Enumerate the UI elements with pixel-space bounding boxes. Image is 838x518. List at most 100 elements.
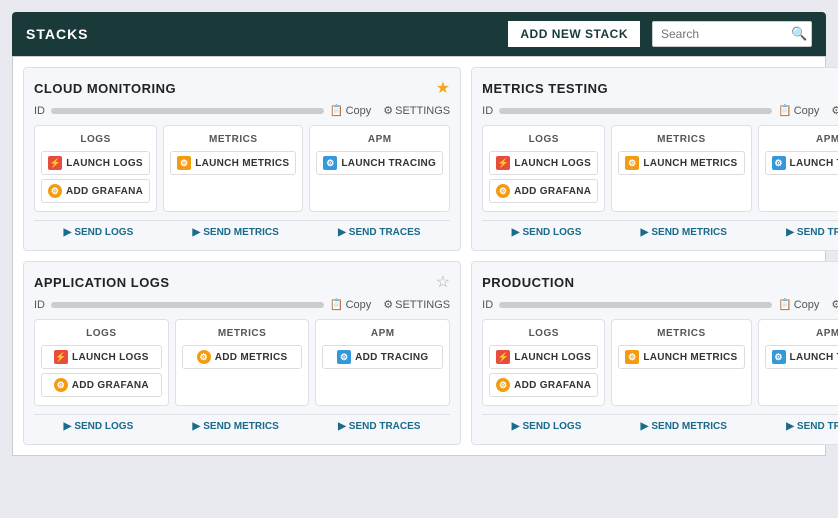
send-metrics-3-link[interactable]: ▶SEND METRICS bbox=[193, 421, 279, 432]
send-logs-4-link[interactable]: ▶SEND LOGS bbox=[512, 421, 582, 432]
launch-tracing-4-button[interactable]: ⚙LAUNCH TRACING bbox=[765, 345, 838, 369]
launch-metrics-1-button[interactable]: ⚙LAUNCH METRICS bbox=[170, 151, 296, 175]
add-grafana-3-button[interactable]: ⚙ADD GRAFANA bbox=[41, 373, 162, 397]
send-traces-4-link[interactable]: ▶SEND TRACES bbox=[786, 421, 838, 432]
page-title: STACKS bbox=[26, 26, 89, 42]
services-grid: LOGS⚡LAUNCH LOGS⚙ADD GRAFANAMETRICS⚙ADD … bbox=[34, 319, 450, 406]
add-new-stack-button[interactable]: ADD NEW STACK bbox=[506, 19, 642, 49]
metrics-icon: ⚙ bbox=[625, 350, 639, 364]
send-logs-3-link[interactable]: ▶SEND LOGS bbox=[64, 421, 134, 432]
service-label: METRICS bbox=[618, 134, 744, 145]
id-bar bbox=[51, 108, 324, 114]
stack-id-row: ID📋 Copy⚙ SETTINGS bbox=[34, 298, 450, 311]
stacks-grid: CLOUD MONITORING ★ ID 📋 Copy ⚙ SETTINGS LOGS ⚡… bbox=[12, 56, 826, 456]
service-buttons: ⚙LAUNCH METRICS bbox=[618, 151, 744, 175]
header-right: ADD NEW STACK 🔍 bbox=[506, 19, 812, 49]
service-col-0: LOGS⚡LAUNCH LOGS⚙ADD GRAFANA bbox=[34, 319, 169, 406]
apm-icon: ⚙ bbox=[323, 156, 337, 170]
send-logs-2-link[interactable]: ▶SEND LOGS bbox=[512, 227, 582, 238]
service-label: LOGS bbox=[489, 134, 598, 145]
send-metrics-1-link[interactable]: ▶SEND METRICS bbox=[193, 227, 279, 238]
send-icon: ▶ bbox=[64, 421, 72, 432]
add-metrics-3-button[interactable]: ⚙ADD METRICS bbox=[182, 345, 303, 369]
send-traces-3-link[interactable]: ▶SEND TRACES bbox=[338, 421, 420, 432]
bottom-links: ▶SEND LOGS ▶SEND METRICS ▶SEND TRACES bbox=[34, 220, 450, 240]
star-icon[interactable]: ★ bbox=[436, 78, 450, 98]
service-buttons: ⚡LAUNCH LOGS ⚙ADD GRAFANA bbox=[489, 345, 598, 397]
settings-button[interactable]: ⚙ SETTINGS bbox=[831, 298, 838, 311]
stack-header: APPLICATION LOGS ☆ bbox=[34, 272, 450, 292]
copy-button[interactable]: 📋 Copy bbox=[778, 104, 819, 117]
send-icon: ▶ bbox=[641, 421, 649, 432]
stack-title: PRODUCTION bbox=[482, 275, 574, 290]
service-buttons: ⚙LAUNCH METRICS bbox=[170, 151, 296, 175]
service-buttons: ⚙LAUNCH TRACING bbox=[316, 151, 443, 175]
stack-id-row: ID 📋 Copy ⚙ SETTINGS bbox=[482, 298, 838, 311]
stack-header: METRICS TESTING☆ bbox=[482, 78, 838, 98]
send-traces-1-link[interactable]: ▶SEND TRACES bbox=[338, 227, 420, 238]
star-icon[interactable]: ☆ bbox=[436, 272, 450, 292]
send-icon: ▶ bbox=[338, 227, 346, 238]
settings-button[interactable]: ⚙ SETTINGS bbox=[831, 104, 838, 117]
gear-icon: ⚙ bbox=[831, 298, 838, 311]
add-metrics-icon: ⚙ bbox=[197, 350, 211, 364]
copy-button[interactable]: 📋 Copy bbox=[778, 298, 819, 311]
stack-title: METRICS TESTING bbox=[482, 81, 608, 96]
service-buttons: ⚙LAUNCH TRACING bbox=[765, 345, 838, 369]
stack-card-0: CLOUD MONITORING★ID📋 Copy⚙ SETTINGSLOGS⚡… bbox=[23, 67, 461, 251]
send-metrics-2-link[interactable]: ▶SEND METRICS bbox=[641, 227, 727, 238]
stack-title: CLOUD MONITORING bbox=[34, 81, 176, 96]
send-icon: ▶ bbox=[338, 421, 346, 432]
grafana-icon: ⚙ bbox=[48, 184, 62, 198]
copy-button[interactable]: 📋 Copy bbox=[330, 104, 371, 117]
service-label: APM bbox=[765, 134, 838, 145]
settings-button[interactable]: ⚙ SETTINGS bbox=[383, 104, 450, 117]
apm-icon: ⚙ bbox=[772, 350, 786, 364]
service-col-0: LOGS ⚡LAUNCH LOGS ⚙ADD GRAFANA bbox=[482, 319, 605, 406]
logs-icon: ⚡ bbox=[48, 156, 62, 170]
send-metrics-4-link[interactable]: ▶SEND METRICS bbox=[641, 421, 727, 432]
id-label: ID bbox=[482, 299, 493, 311]
service-label: LOGS bbox=[41, 134, 150, 145]
launch-logs-4-button[interactable]: ⚡LAUNCH LOGS bbox=[489, 345, 598, 369]
copy-icon: 📋 bbox=[778, 298, 792, 311]
service-col-1: METRICS ⚙LAUNCH METRICS bbox=[611, 125, 751, 212]
copy-icon: 📋 bbox=[330, 104, 344, 117]
search-input[interactable] bbox=[661, 27, 791, 41]
send-icon: ▶ bbox=[641, 227, 649, 238]
service-col-1: METRICS ⚙LAUNCH METRICS bbox=[163, 125, 303, 212]
services-grid: LOGS ⚡LAUNCH LOGS ⚙ADD GRAFANA METRICS ⚙LAUN… bbox=[34, 125, 450, 212]
bottom-links: ▶SEND LOGS ▶SEND METRICS ▶SEND TRACES bbox=[34, 414, 450, 434]
add-grafana-2-button[interactable]: ⚙ADD GRAFANA bbox=[489, 179, 598, 203]
grafana-icon: ⚙ bbox=[496, 378, 510, 392]
launch-logs-3-button[interactable]: ⚡LAUNCH LOGS bbox=[41, 345, 162, 369]
send-logs-1-link[interactable]: ▶SEND LOGS bbox=[64, 227, 134, 238]
service-label: METRICS bbox=[618, 328, 744, 339]
launch-tracing-2-button[interactable]: ⚙LAUNCH TRACING bbox=[765, 151, 838, 175]
service-buttons: ⚡LAUNCH LOGS ⚙ADD GRAFANA bbox=[489, 151, 598, 203]
service-label: METRICS bbox=[170, 134, 296, 145]
service-label: LOGS bbox=[489, 328, 598, 339]
send-icon: ▶ bbox=[512, 421, 520, 432]
launch-tracing-1-button[interactable]: ⚙LAUNCH TRACING bbox=[316, 151, 443, 175]
stack-title: APPLICATION LOGS bbox=[34, 275, 170, 290]
service-label: APM bbox=[765, 328, 838, 339]
send-traces-2-link[interactable]: ▶SEND TRACES bbox=[786, 227, 838, 238]
add-tracing-3-button[interactable]: ⚙ADD TRACING bbox=[322, 345, 443, 369]
launch-logs-2-button[interactable]: ⚡LAUNCH LOGS bbox=[489, 151, 598, 175]
launch-logs-1-button[interactable]: ⚡LAUNCH LOGS bbox=[41, 151, 150, 175]
stack-id-row: ID📋 Copy⚙ SETTINGS bbox=[34, 104, 450, 117]
stack-header: PRODUCTION☆ bbox=[482, 272, 838, 292]
service-label: APM bbox=[322, 328, 443, 339]
add-grafana-1-button[interactable]: ⚙ADD GRAFANA bbox=[41, 179, 150, 203]
service-col-2: APM ⚙ADD TRACING bbox=[315, 319, 450, 406]
settings-button[interactable]: ⚙ SETTINGS bbox=[383, 298, 450, 311]
service-col-2: APM ⚙LAUNCH TRACING bbox=[758, 319, 838, 406]
copy-button[interactable]: 📋 Copy bbox=[330, 298, 371, 311]
launch-metrics-2-button[interactable]: ⚙LAUNCH METRICS bbox=[618, 151, 744, 175]
gear-icon: ⚙ bbox=[831, 104, 838, 117]
stack-id-row: ID📋 Copy⚙ SETTINGS bbox=[482, 104, 838, 117]
launch-metrics-4-button[interactable]: ⚙LAUNCH METRICS bbox=[618, 345, 744, 369]
add-grafana-4-button[interactable]: ⚙ADD GRAFANA bbox=[489, 373, 598, 397]
send-icon: ▶ bbox=[512, 227, 520, 238]
